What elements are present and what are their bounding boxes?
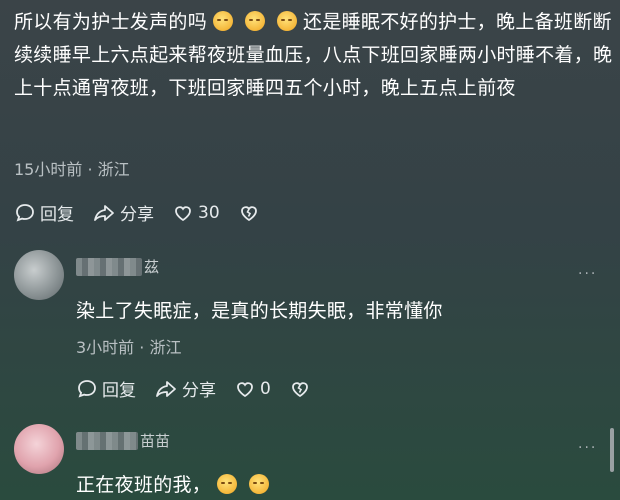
more-options-icon[interactable]: ···	[578, 440, 597, 456]
crying-laughing-emoji-icon	[277, 11, 298, 31]
reply-button[interactable]: 回复	[14, 200, 74, 225]
main-comment: 所以有为护士发声的吗 还是睡眠不好的护士，晚上备班断断续续睡早上六点起来帮夜班量血…	[14, 6, 614, 105]
username-blurred[interactable]	[76, 258, 142, 276]
reply2-text: 正在夜班的我，	[76, 470, 275, 497]
reply-label: 回复	[40, 205, 74, 225]
avatar[interactable]	[14, 424, 64, 474]
reply1-text: 染上了失眠症，是真的长期失眠，非常懂你	[76, 300, 443, 322]
share-arrow-icon	[156, 380, 176, 397]
like-button[interactable]: 30	[172, 202, 220, 224]
reply-button[interactable]: 回复	[76, 376, 136, 401]
reply1-actions: 回复 分享 0	[76, 376, 333, 401]
like-count: 30	[198, 202, 220, 223]
main-comment-meta: 15小时前 · 浙江	[14, 160, 130, 179]
share-arrow-icon	[94, 204, 114, 221]
main-comment-text-part1: 所以有为护士发声的吗	[14, 11, 208, 33]
reply2-text-content: 正在夜班的我，	[76, 474, 212, 496]
dislike-button[interactable]	[289, 378, 315, 400]
reply-label: 回复	[102, 381, 136, 401]
crying-laughing-emoji-icon	[213, 11, 234, 31]
comment-bubble-icon	[78, 379, 96, 397]
main-comment-actions: 回复 分享 30	[14, 200, 282, 225]
broken-heart-icon	[291, 381, 308, 397]
broken-heart-icon	[240, 205, 257, 221]
avatar[interactable]	[14, 250, 64, 300]
crying-emoji-icon	[249, 474, 270, 494]
like-count: 0	[260, 378, 271, 399]
share-button[interactable]: 分享	[92, 200, 154, 225]
share-label: 分享	[120, 205, 154, 225]
share-label: 分享	[182, 381, 216, 401]
main-comment-text: 所以有为护士发声的吗 还是睡眠不好的护士，晚上备班断断续续睡早上六点起来帮夜班量血…	[14, 6, 614, 105]
more-options-icon[interactable]: ···	[578, 266, 597, 282]
dislike-button[interactable]	[238, 202, 264, 224]
share-button[interactable]: 分享	[154, 376, 216, 401]
username-tail[interactable]: 茲	[144, 256, 159, 277]
scrollbar[interactable]	[610, 428, 614, 472]
crying-emoji-icon	[217, 474, 238, 494]
username-tail[interactable]: 苗苗	[140, 430, 170, 451]
username-blurred[interactable]	[76, 432, 138, 450]
heart-icon	[237, 381, 253, 397]
crying-laughing-emoji-icon	[245, 11, 266, 31]
comment-bubble-icon	[16, 203, 34, 221]
reply1-meta: 3小时前 · 浙江	[76, 338, 182, 357]
like-button[interactable]: 0	[234, 378, 271, 400]
heart-icon	[175, 205, 191, 221]
